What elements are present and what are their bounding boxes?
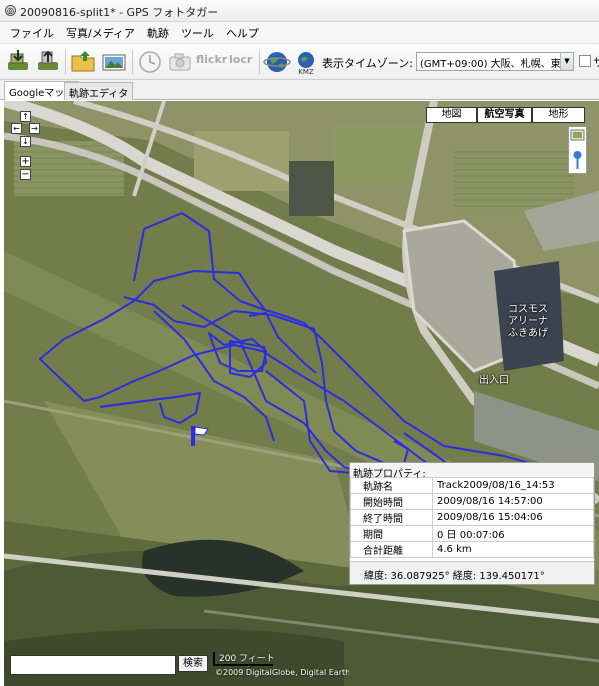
option-checkbox-label: サ	[593, 56, 599, 69]
import-gps-icon[interactable]	[4, 48, 32, 76]
timezone-label: 表示タイムゾーン:	[322, 57, 413, 70]
entrance-label: 出入口	[479, 375, 509, 386]
kmz-icon[interactable]: KMZ	[292, 48, 320, 76]
properties-title: 軌跡プロパティ:	[350, 463, 594, 480]
map-type-control: 地図 航空写真 地形	[426, 107, 585, 123]
end-time-value: 2009/08/16 15:04:06	[432, 509, 594, 526]
menu-help[interactable]: ヘルプ	[220, 23, 265, 43]
search-input[interactable]	[10, 655, 176, 675]
track-name-value[interactable]: Track2009/08/16_14:53	[432, 477, 594, 494]
app-icon[interactable]: ◎	[5, 5, 16, 16]
map-type-terrain[interactable]: 地形	[532, 107, 585, 123]
coordinate-status: 緯度: 36.087925° 経度: 139.450171°	[350, 561, 594, 584]
google-earth-icon[interactable]	[263, 48, 291, 76]
table-row: 軌跡名 Track2009/08/16_14:53	[350, 477, 594, 494]
photo-icon[interactable]	[100, 48, 128, 76]
duration-value: 0 日 00:07:06	[432, 525, 594, 542]
open-folder-icon[interactable]	[69, 48, 97, 76]
copyright-text: ©2009 DigitalGlobe, Digital Earth Tech	[215, 668, 349, 677]
pan-right-button[interactable]: →	[29, 123, 40, 134]
tab-track-editor[interactable]: 軌跡エディタ	[64, 82, 134, 100]
map-view[interactable]: 地図 航空写真 地形 ↑ ← → ↓ + − コスモス アリーナ ふきあげ 出入…	[4, 101, 599, 686]
timezone-select[interactable]: (GMT+09:00) 大阪、札幌、東京 ▼	[416, 52, 574, 71]
clock-icon[interactable]	[136, 48, 164, 76]
chevron-down-icon[interactable]: ▼	[560, 53, 573, 70]
zoom-out-button[interactable]: −	[20, 169, 31, 180]
svg-text:KMZ: KMZ	[298, 68, 314, 76]
flickr-icon[interactable]: flickr	[196, 48, 227, 76]
menu-photo-media[interactable]: 写真/メディア	[60, 23, 141, 43]
camera-icon[interactable]	[166, 48, 194, 76]
title-bar: ◎ 20090816-split1* - GPS フォトタガー	[0, 0, 599, 22]
tab-strip: Googleマップ 軌跡エディタ	[0, 80, 599, 101]
menu-file[interactable]: ファイル	[4, 23, 60, 43]
map-type-satellite[interactable]: 航空写真	[477, 107, 532, 123]
table-row: 開始時間 2009/08/16 14:57:00	[350, 493, 594, 510]
menu-tools[interactable]: ツール	[175, 23, 220, 43]
search-button[interactable]: 検索	[178, 655, 208, 672]
distance-value: 4.6 km	[432, 541, 594, 558]
properties-table: 軌跡名 Track2009/08/16_14:53 開始時間 2009/08/16 …	[350, 477, 594, 558]
pan-down-button[interactable]: ↓	[20, 136, 31, 147]
place-label: コスモス アリーナ ふきあげ	[508, 304, 548, 339]
track-properties-panel: 軌跡プロパティ: 軌跡名 Track2009/08/16_14:53 開始時間 20…	[349, 462, 595, 585]
scale-label: 200 フィート	[219, 654, 275, 664]
option-checkbox[interactable]	[579, 55, 591, 67]
table-row: 終了時間 2009/08/16 15:04:06	[350, 509, 594, 526]
gps-track	[39, 212, 551, 520]
toolbar: flickr locr KMZ 表示タイムゾーン: (GMT+09:00) 大阪…	[0, 44, 599, 80]
pan-up-button[interactable]: ↑	[20, 111, 31, 122]
zoom-in-button[interactable]: +	[20, 156, 31, 167]
start-time-value: 2009/08/16 14:57:00	[432, 493, 594, 510]
table-row: 合計距離 4.6 km	[350, 541, 594, 558]
export-gps-icon[interactable]	[34, 48, 62, 76]
map-type-map[interactable]: 地図	[426, 107, 477, 123]
window-title: 20090816-split1* - GPS フォトタガー	[20, 6, 219, 19]
locr-icon[interactable]: locr	[229, 48, 257, 76]
table-row: 期間 0 日 00:07:06	[350, 525, 594, 542]
menu-track[interactable]: 軌跡	[141, 23, 175, 43]
menu-bar: ファイル 写真/メディア 軌跡 ツール ヘルプ	[0, 22, 599, 44]
street-view-pegman-icon[interactable]	[568, 126, 587, 174]
pan-left-button[interactable]: ←	[11, 123, 22, 134]
